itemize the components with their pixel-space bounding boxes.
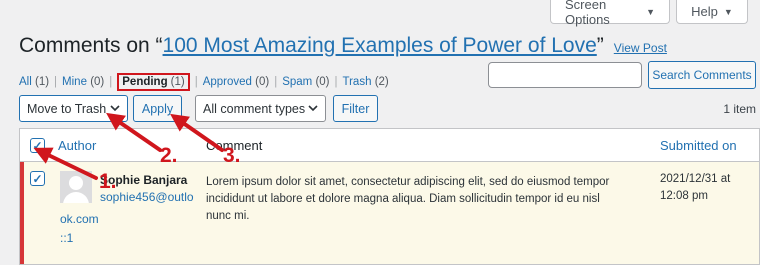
search-input[interactable] bbox=[488, 62, 642, 88]
filter-mine[interactable]: Mine (0) bbox=[62, 76, 104, 88]
separator: | bbox=[194, 76, 198, 88]
comment-type-value: All comment types bbox=[203, 101, 306, 116]
table-header: ✓ Author Comment Submitted on bbox=[20, 129, 759, 162]
search-comments-button[interactable]: Search Comments bbox=[648, 61, 756, 89]
checkmark-icon: ✓ bbox=[32, 138, 43, 153]
caret-down-icon: ▼ bbox=[646, 6, 655, 17]
filter-mine-count: (0) bbox=[90, 76, 105, 88]
separator: | bbox=[54, 76, 58, 88]
filter-pending-count: (1) bbox=[170, 76, 185, 88]
row-checkbox[interactable]: ✓ bbox=[30, 171, 45, 186]
help-button[interactable]: Help ▼ bbox=[676, 0, 748, 24]
filter-spam-label: Spam bbox=[282, 76, 313, 88]
filter-all-label: All bbox=[19, 76, 32, 88]
author-email-link-continued[interactable]: ok.com bbox=[60, 212, 99, 226]
separator: | bbox=[274, 76, 278, 88]
filter-spam-count: (0) bbox=[315, 76, 330, 88]
filter-button[interactable]: Filter bbox=[333, 95, 378, 122]
column-submitted-on[interactable]: Submitted on bbox=[660, 138, 737, 153]
filter-approved-count: (0) bbox=[255, 76, 270, 88]
select-all-checkbox[interactable]: ✓ bbox=[30, 138, 45, 153]
view-post-link[interactable]: View Post bbox=[614, 41, 667, 55]
filter-trash[interactable]: Trash (2) bbox=[343, 76, 389, 88]
filter-pending[interactable]: Pending (1) bbox=[117, 73, 190, 91]
column-author[interactable]: Author bbox=[58, 138, 96, 153]
status-filters: All (1) | Mine (0) | Pending (1) | Approv… bbox=[19, 73, 389, 91]
submitted-date: 2021/12/31 at bbox=[660, 173, 731, 185]
bulk-actions-select[interactable]: Move to Trash bbox=[19, 95, 128, 122]
title-row: Comments on “100 Most Amazing Examples o… bbox=[19, 34, 667, 58]
screen-options-label: Screen Options bbox=[565, 0, 610, 27]
screen-options-button[interactable]: Screen Options ▼ bbox=[550, 0, 670, 27]
avatar-head bbox=[69, 176, 83, 190]
avatar bbox=[60, 171, 92, 203]
filter-all[interactable]: All (1) bbox=[19, 76, 49, 88]
step-2-label: 2. bbox=[160, 144, 178, 167]
post-title-link[interactable]: 100 Most Amazing Examples of Power of Lo… bbox=[163, 34, 597, 57]
filter-approved-label: Approved bbox=[202, 76, 252, 88]
comment-text: Lorem ipsum dolor sit amet, consectetur … bbox=[206, 176, 610, 222]
chevron-down-icon bbox=[308, 105, 318, 112]
filter-trash-label: Trash bbox=[342, 76, 372, 88]
filter-approved[interactable]: Approved (0) bbox=[203, 76, 270, 88]
submitted-time: 12:08 pm bbox=[660, 190, 708, 202]
filter-all-count: (1) bbox=[34, 76, 50, 88]
table-row: ✓ Sophie Banjara sophie456@outlo ok.com … bbox=[20, 162, 759, 264]
avatar-body bbox=[63, 192, 89, 203]
submitted-on[interactable]: 2021/12/31 at 12:08 pm bbox=[660, 171, 730, 205]
apply-button[interactable]: Apply bbox=[133, 95, 182, 122]
comment-type-select[interactable]: All comment types bbox=[195, 95, 326, 122]
page-title: Comments on “100 Most Amazing Examples o… bbox=[19, 34, 604, 58]
step-1-label: 1. bbox=[99, 170, 117, 193]
screen-meta-links: Screen Options ▼ Help ▼ bbox=[550, 0, 748, 27]
filter-pending-label: Pending bbox=[122, 76, 168, 88]
filter-spam[interactable]: Spam (0) bbox=[282, 76, 329, 88]
caret-down-icon: ▼ bbox=[723, 6, 733, 17]
author-ip-link[interactable]: ::1 bbox=[60, 231, 73, 245]
bulk-actions-value: Move to Trash bbox=[27, 101, 107, 116]
comments-table: ✓ Author Comment Submitted on ✓ Sophie B… bbox=[19, 128, 760, 265]
title-prefix: Comments on “ bbox=[19, 34, 163, 57]
separator: | bbox=[109, 76, 113, 88]
items-count: 1 item bbox=[723, 102, 756, 116]
title-suffix: ” bbox=[596, 34, 604, 57]
separator: | bbox=[334, 76, 338, 88]
step-3-label: 3. bbox=[223, 144, 241, 167]
chevron-down-icon bbox=[110, 105, 120, 112]
filter-mine-label: Mine bbox=[62, 76, 87, 88]
checkmark-icon: ✓ bbox=[32, 171, 43, 186]
help-label: Help bbox=[691, 4, 718, 19]
filter-trash-count: (2) bbox=[374, 76, 389, 88]
